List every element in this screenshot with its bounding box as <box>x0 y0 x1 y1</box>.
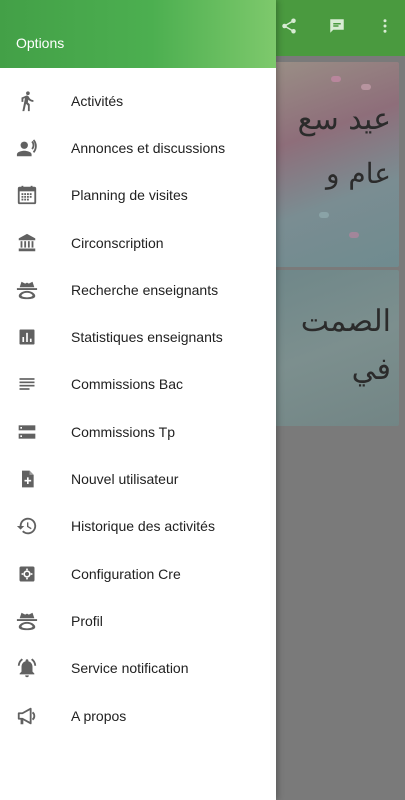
menu-item-label: Recherche enseignants <box>71 281 219 298</box>
incognito-icon <box>15 278 39 302</box>
card-text: في <box>351 352 391 387</box>
menu-item-label: Annonces et discussions <box>71 139 226 156</box>
menu-item-commissions-bac[interactable]: Commissions Bac <box>0 361 276 408</box>
menu-item-label: Service notification <box>71 660 189 677</box>
drawer-menu: Activités Annonces et discussions Planni… <box>0 68 276 739</box>
menu-item-annonces[interactable]: Annonces et discussions <box>0 124 276 171</box>
add-file-icon <box>15 467 39 491</box>
post-card[interactable]: عيد سع عام و <box>269 62 399 267</box>
app-bar-actions <box>277 14 397 38</box>
lines-icon <box>15 372 39 396</box>
speaker-person-icon <box>15 136 39 160</box>
menu-item-statistiques[interactable]: Statistiques enseignants <box>0 313 276 360</box>
menu-item-label: Statistiques enseignants <box>71 329 223 346</box>
menu-item-configuration[interactable]: Configuration Cre <box>0 550 276 597</box>
drawer-header: Options <box>0 0 276 68</box>
share-icon[interactable] <box>277 14 301 38</box>
menu-item-circonscription[interactable]: Circonscription <box>0 219 276 266</box>
menu-item-label: Configuration Cre <box>71 565 181 582</box>
storage-icon <box>15 420 39 444</box>
menu-item-nouvel-utilisateur[interactable]: Nouvel utilisateur <box>0 455 276 502</box>
menu-item-label: Activités <box>71 92 124 109</box>
calendar-icon <box>15 183 39 207</box>
menu-item-historique[interactable]: Historique des activités <box>0 503 276 550</box>
drawer-title: Options <box>16 35 65 51</box>
menu-item-label: Commissions Tp <box>71 423 175 440</box>
more-vert-icon[interactable] <box>373 14 397 38</box>
bar-chart-icon <box>15 325 39 349</box>
menu-item-label: Commissions Bac <box>71 376 184 393</box>
menu-item-label: Circonscription <box>71 234 164 251</box>
bell-ring-icon <box>15 656 39 680</box>
history-icon <box>15 514 39 538</box>
card-text: عام و <box>326 157 391 190</box>
menu-item-label: Nouvel utilisateur <box>71 471 179 488</box>
incognito-icon <box>15 609 39 633</box>
card-text: عيد سع <box>297 102 391 137</box>
chat-icon[interactable] <box>325 14 349 38</box>
settings-box-icon <box>15 562 39 586</box>
megaphone-icon <box>15 704 39 728</box>
menu-item-commissions-tp[interactable]: Commissions Tp <box>0 408 276 455</box>
menu-item-planning[interactable]: Planning de visites <box>0 172 276 219</box>
menu-item-activites[interactable]: Activités <box>0 77 276 124</box>
menu-item-service-notification[interactable]: Service notification <box>0 645 276 692</box>
menu-item-a-propos[interactable]: A propos <box>0 692 276 739</box>
menu-item-label: Planning de visites <box>71 187 188 204</box>
walk-icon <box>15 89 39 113</box>
menu-item-recherche[interactable]: Recherche enseignants <box>0 266 276 313</box>
navigation-drawer: Options Activités Annonces et discussion… <box>0 0 276 800</box>
menu-item-label: A propos <box>71 707 127 724</box>
menu-item-label: Historique des activités <box>71 518 215 535</box>
bank-icon <box>15 231 39 255</box>
menu-item-label: Profil <box>71 612 103 629</box>
card-text: الصمت <box>300 304 391 339</box>
menu-item-profil[interactable]: Profil <box>0 597 276 644</box>
post-card[interactable]: الصمت في <box>269 270 399 426</box>
